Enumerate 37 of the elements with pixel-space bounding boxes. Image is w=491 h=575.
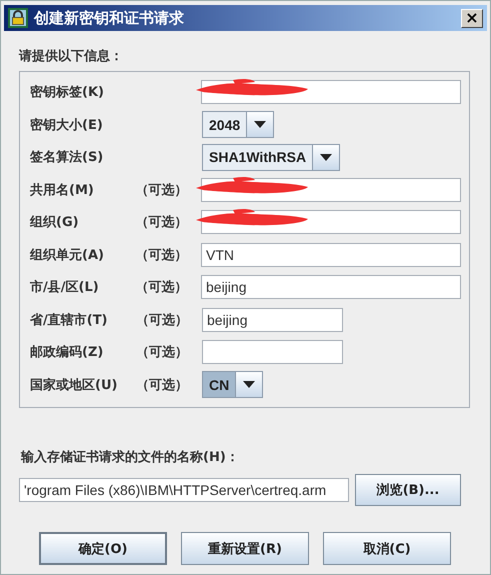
file-path-field[interactable]: 'rogram Files (x86)\IBM\HTTPServer\certreq.arm xyxy=(19,478,349,502)
field-label: 省/直辖市(T) xyxy=(30,312,108,329)
field-label: 签名算法(S) xyxy=(30,149,104,166)
field-label: 市/县/区(L) xyxy=(30,278,100,296)
caret-icon xyxy=(243,381,256,388)
dialog-button[interactable]: 确定(O) xyxy=(39,532,167,565)
optional-label: （可选） xyxy=(136,312,189,329)
file-name-label: 输入存储证书请求的文件的名称(H)： xyxy=(21,448,239,466)
field-label: 密钥标签(K) xyxy=(30,84,105,102)
optional-label: （可选） xyxy=(136,376,189,394)
lock-icon xyxy=(8,8,28,28)
window-title: 创建新密钥和证书请求 xyxy=(34,8,185,28)
dialog-button[interactable]: 取消(C) xyxy=(323,532,451,565)
dropdown[interactable]: SHA1WithRSA xyxy=(202,144,340,171)
field-label: 国家或地区(U) xyxy=(30,376,118,394)
caret-icon xyxy=(254,121,266,128)
text-field[interactable] xyxy=(202,340,343,364)
optional-label: （可选） xyxy=(135,182,188,199)
field-label: 密钥大小(E) xyxy=(30,116,104,134)
field-label: 组织(G) xyxy=(30,214,80,232)
optional-label: （可选） xyxy=(135,246,188,264)
dropdown[interactable]: CN xyxy=(202,371,264,398)
field-label: 共用名(M) xyxy=(30,182,95,199)
close-button[interactable]: × xyxy=(461,8,483,28)
instruction-text: 请提供以下信息： xyxy=(19,48,123,65)
browse-button[interactable]: 浏览(B)... xyxy=(355,474,461,506)
text-field[interactable]: beijing xyxy=(202,308,343,332)
field-label: 组织单元(A) xyxy=(30,246,105,264)
dropdown[interactable]: 2048 xyxy=(202,111,274,138)
optional-label: （可选） xyxy=(136,344,189,362)
dialog-button[interactable]: 重新设置(R) xyxy=(181,532,309,565)
optional-label: （可选） xyxy=(135,279,188,296)
text-field[interactable]: VTN xyxy=(201,242,461,267)
optional-label: （可选） xyxy=(135,214,188,232)
text-field[interactable]: beijing xyxy=(201,275,461,300)
field-label: 邮政编码(Z) xyxy=(30,344,104,362)
caret-icon xyxy=(320,154,332,161)
